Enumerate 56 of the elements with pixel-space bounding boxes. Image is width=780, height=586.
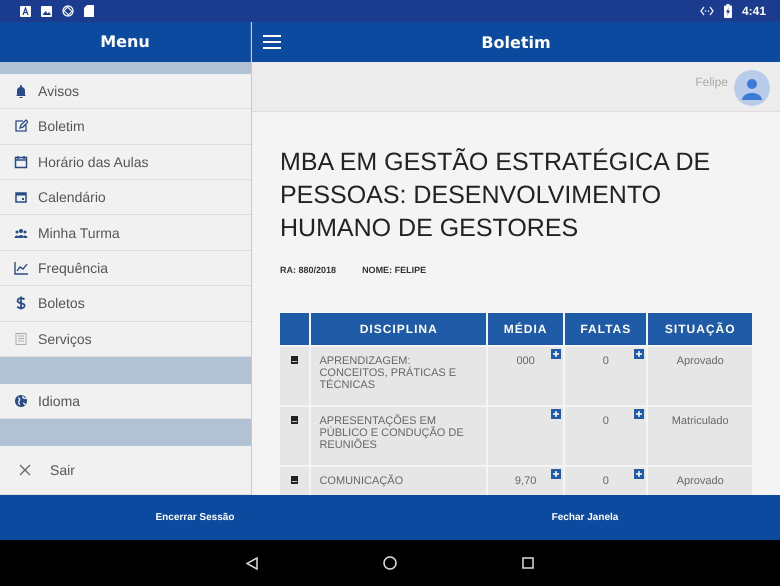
menu-title: Menu [0, 22, 251, 62]
font-icon [20, 6, 31, 16]
book-icon [290, 475, 300, 484]
calendar-icon [14, 154, 28, 169]
column-header: FALTAS [565, 313, 646, 345]
grade-cell: 000 [488, 347, 564, 405]
calendar-small-icon [14, 190, 28, 204]
globe-icon [14, 394, 28, 408]
plus-icon[interactable] [634, 409, 644, 419]
status-cell: Matriculado [648, 407, 752, 465]
image-icon [41, 6, 52, 16]
plus-icon[interactable] [551, 349, 562, 359]
plus-icon[interactable] [551, 469, 562, 479]
page-title: Boletim [480, 32, 552, 52]
name-text: NOME: FELIPE [362, 265, 426, 275]
book-icon [290, 415, 300, 424]
dollar-icon [14, 296, 28, 310]
battery-icon [724, 4, 732, 18]
home-button[interactable] [383, 556, 397, 570]
recents-button[interactable] [522, 557, 534, 569]
bell-icon [14, 84, 28, 98]
code-arrows-icon [700, 6, 714, 16]
plus-icon[interactable] [634, 349, 644, 359]
avatar-icon[interactable] [734, 70, 770, 106]
footer-button[interactable]: Encerrar Sessão [0, 495, 390, 540]
footer-button[interactable]: Fechar Janela [390, 495, 780, 540]
ra-text: RA: 880/2018 [280, 265, 336, 275]
chart-icon [14, 260, 28, 275]
edit-icon [14, 119, 28, 134]
status-time: 4:41 [742, 4, 766, 18]
status-cell: Aprovado [648, 347, 752, 405]
close-icon [18, 463, 32, 478]
plus-icon[interactable] [551, 409, 562, 419]
column-header: DISCIPLINA [311, 313, 486, 345]
subject-cell: APRESENTAÇÕES EM PÚBLICO E CONDUÇÃO DE REUNIÕES [311, 407, 486, 465]
course-title: MBA EM GESTÃO ESTRATÉGICA DE PESSOAS: DESENVOLVIMENTO HUMANO DE GESTORES [280, 147, 712, 244]
subject-cell: APRENDIZAGEM: CONCEITOS, PRÁTICAS E TÉCNICAS [311, 347, 486, 405]
sd-card-icon [84, 5, 94, 17]
list-icon [14, 332, 28, 346]
menu-item[interactable]: Serviços [0, 322, 251, 357]
plus-icon[interactable] [634, 469, 644, 479]
header-cell [280, 313, 310, 345]
absences-cell: 0 [565, 407, 646, 465]
status-cell: Aprovado [648, 467, 752, 495]
menu-item[interactable]: Horário das Aulas [0, 144, 251, 180]
column-header: MÉDIA [488, 313, 564, 345]
rotation-icon [62, 5, 74, 17]
user-name: Felipe [695, 75, 728, 89]
subject-cell: COMUNICAÇÃO [311, 467, 486, 495]
column-header: SITUAÇÃO [648, 313, 752, 345]
menu-button[interactable] [262, 34, 282, 50]
back-button[interactable] [246, 556, 258, 570]
book-icon [290, 355, 300, 364]
absences-cell: 0 [565, 347, 646, 405]
grade-cell: 9,70 [488, 467, 564, 495]
absences-cell: 0 [565, 467, 646, 495]
